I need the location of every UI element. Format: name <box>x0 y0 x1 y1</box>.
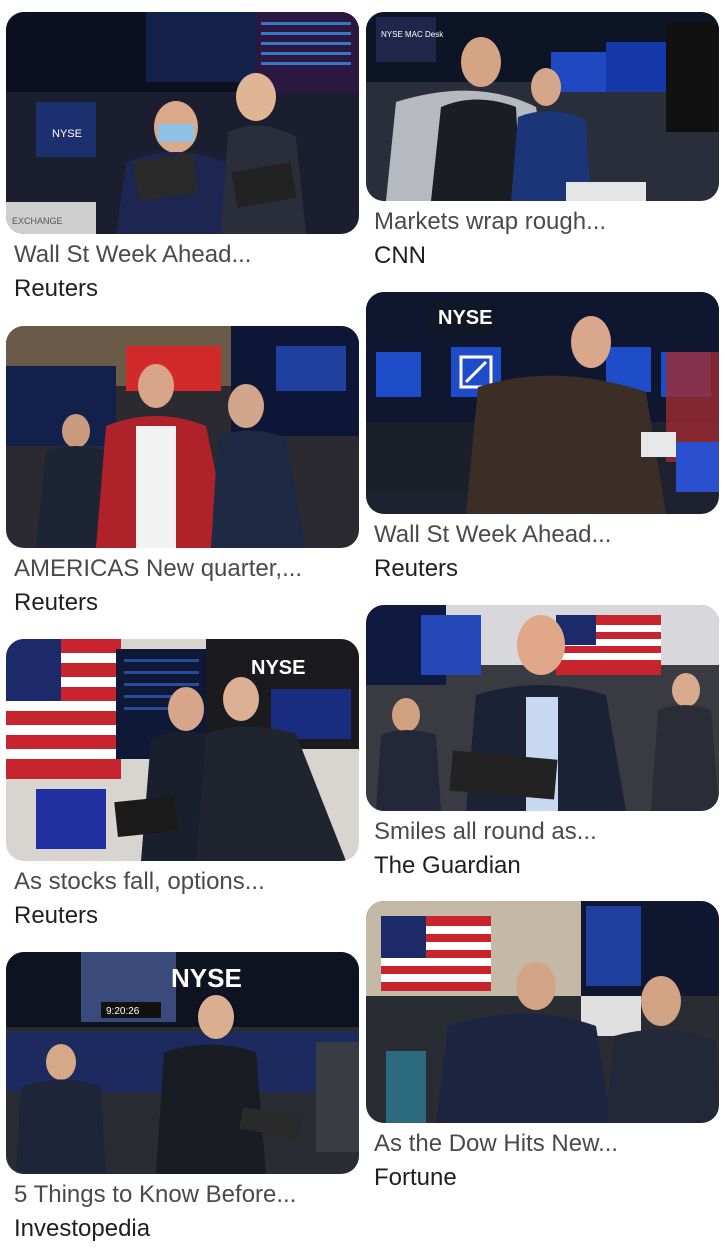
result-source: Reuters <box>14 902 99 929</box>
result-card[interactable]: As the Dow Hits New... Fortune <box>366 901 719 1193</box>
result-image[interactable] <box>6 326 359 548</box>
result-title[interactable]: AMERICAS New quarter,... <box>14 554 354 584</box>
result-image[interactable]: NYSE <box>6 639 359 861</box>
result-title[interactable]: 5 Things to Know Before... <box>14 1180 354 1210</box>
nyse-text: NYSE <box>52 128 82 140</box>
nyse-text: NYSE <box>171 963 242 993</box>
result-image[interactable]: NYSE MAC Desk <box>366 12 719 201</box>
result-card[interactable]: NYSE MAC Desk Markets wrap rough... CNN <box>366 12 719 271</box>
result-image[interactable]: NYSE <box>366 292 719 514</box>
exchange-text: EXCHANGE <box>12 216 63 226</box>
result-title[interactable]: As stocks fall, options... <box>14 867 354 897</box>
result-card[interactable]: NYSE As stocks fall, options... Reuters <box>6 639 359 931</box>
result-source: Investopedia <box>14 1215 151 1242</box>
result-card[interactable]: NYSE Wall St Week Ahead... Reuters <box>366 292 719 584</box>
result-image[interactable] <box>366 605 719 811</box>
result-card[interactable]: AMERICAS New quarter,... Reuters <box>6 326 359 618</box>
result-title[interactable]: Wall St Week Ahead... <box>374 520 714 550</box>
result-title[interactable]: Smiles all round as... <box>374 817 714 847</box>
result-title[interactable]: Wall St Week Ahead... <box>14 240 354 270</box>
result-source: Reuters <box>14 275 99 302</box>
result-source: The Guardian <box>374 852 521 879</box>
result-card[interactable]: Smiles all round as... The Guardian <box>366 605 719 881</box>
nyse-text: NYSE <box>438 307 492 329</box>
clock-text: 9:20:26 <box>106 1006 140 1017</box>
result-title[interactable]: Markets wrap rough... <box>374 207 714 237</box>
result-image[interactable]: NYSE 9:20:26 <box>6 952 359 1174</box>
result-title[interactable]: As the Dow Hits New... <box>374 1129 714 1159</box>
result-image[interactable]: NYSE EXCHANGE <box>6 12 359 234</box>
result-image[interactable] <box>366 901 719 1123</box>
result-source: CNN <box>374 242 426 269</box>
result-source: Reuters <box>14 589 99 616</box>
result-card[interactable]: NYSE EXCHANGE Wall St Week Ahead... Reut… <box>6 12 359 304</box>
nyse-text: NYSE <box>251 657 305 679</box>
result-source: Fortune <box>374 1164 457 1191</box>
mac-desk-text: NYSE MAC Desk <box>381 30 444 39</box>
result-source: Reuters <box>374 555 459 582</box>
result-card[interactable]: NYSE 9:20:26 5 Things to Know Before... … <box>6 952 359 1244</box>
